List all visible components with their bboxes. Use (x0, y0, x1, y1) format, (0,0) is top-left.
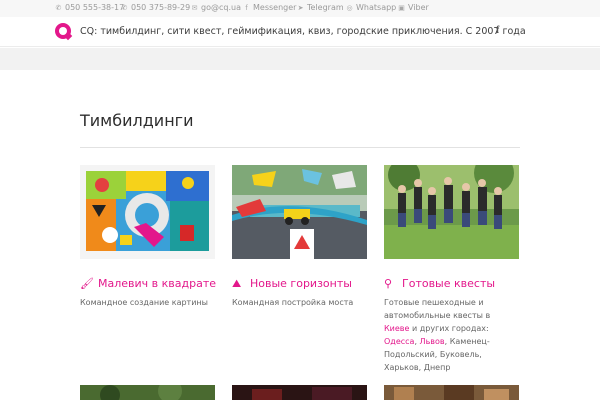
card-desc-malevich: Командное создание картины (80, 298, 208, 307)
phone-icon: ✆ (121, 4, 128, 12)
card-image-quests[interactable] (384, 165, 519, 259)
phone-1[interactable]: ✆ 050 555-38-17 (54, 3, 125, 13)
card-title-horizons[interactable]: ⛰ Новые горизонты (232, 277, 352, 291)
phone-2[interactable]: ✆ 050 375-89-29 (120, 3, 191, 13)
card-image-malevich[interactable] (80, 165, 215, 259)
facebook-icon[interactable]: f (496, 25, 499, 36)
top-contact-bar: ✆ 050 555-38-17 ✆ 050 375-89-29 ✉ go@cq.ua … (0, 0, 600, 17)
road-icon: ⛰ (232, 277, 242, 290)
card-desc-horizons: Командная постройка моста (232, 298, 354, 307)
telegram-link[interactable]: ➤ Telegram (296, 3, 344, 13)
link-odessa[interactable]: Одесса (384, 337, 414, 346)
phone-icon: ✆ (55, 4, 62, 12)
card-image-bottom-2[interactable] (232, 385, 367, 400)
card-image-bottom-3[interactable] (384, 385, 519, 400)
card-title-malevich[interactable]: 🖌 Малевич в квадрате (80, 277, 216, 290)
link-lviv[interactable]: Львов (420, 337, 445, 346)
brush-icon: 🖌 (80, 277, 94, 290)
divider (80, 147, 520, 148)
mail-icon: ✉ (191, 4, 198, 12)
page-title: Тимбилдинги (80, 111, 194, 130)
link-kiev[interactable]: Киеве (384, 324, 409, 333)
site-title[interactable]: CQ: тимбилдинг, сити квест, геймификация… (80, 26, 526, 37)
viber-icon: ▣ (398, 4, 405, 12)
telegram-icon: ➤ (297, 4, 304, 12)
email-link[interactable]: ✉ go@cq.ua (190, 3, 241, 13)
header-band (0, 48, 600, 70)
viber-link[interactable]: ▣ Viber (397, 3, 429, 13)
map-marker-icon: ⚲ (384, 277, 393, 290)
card-desc-quests: Готовые пешеходные и автомобильные квест… (384, 298, 491, 372)
messenger-link[interactable]: f Messenger (242, 3, 296, 13)
card-image-bottom-1[interactable] (80, 385, 215, 400)
whatsapp-link[interactable]: ◎ Whatsapp (345, 3, 396, 13)
card-title-quests[interactable]: ⚲ Готовые квесты (384, 277, 495, 290)
facebook-icon: f (245, 4, 248, 12)
whatsapp-icon: ◎ (346, 4, 353, 12)
cq-logo[interactable] (55, 23, 73, 41)
card-image-horizons[interactable] (232, 165, 367, 259)
site-header: CQ: тимбилдинг, сити квест, геймификация… (0, 17, 600, 47)
